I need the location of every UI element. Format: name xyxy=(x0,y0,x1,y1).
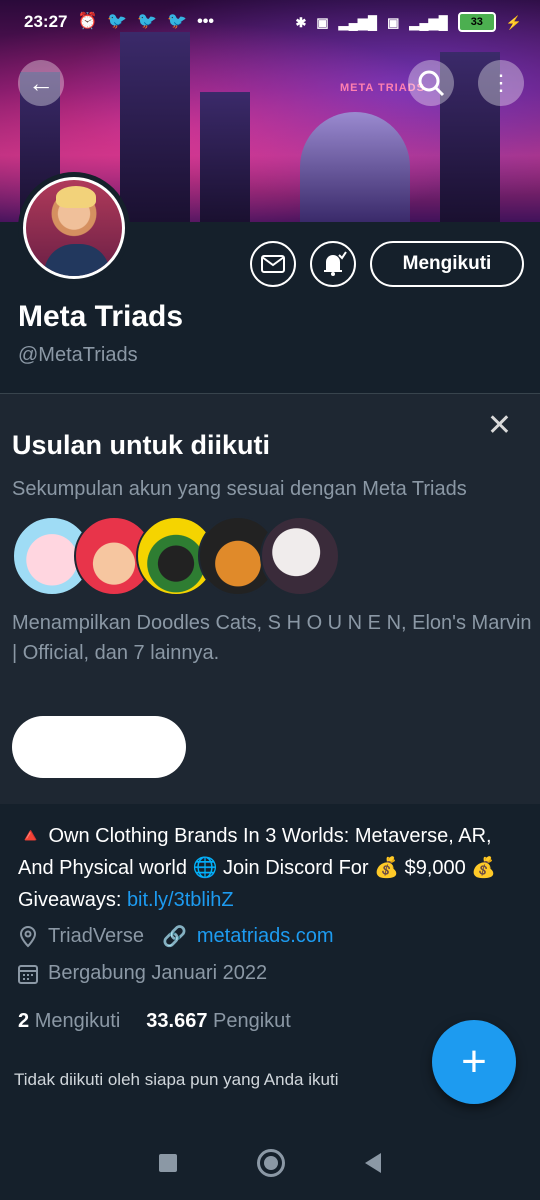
joined-text: Bergabung Januari 2022 xyxy=(48,962,268,984)
suggested-avatars[interactable] xyxy=(12,516,342,596)
banner-building xyxy=(120,32,190,222)
location-website-row: TriadVerse 🔗 metatriads.com xyxy=(18,924,334,949)
back-triangle-icon[interactable] xyxy=(365,1153,381,1173)
more-options-button[interactable]: ⋮ xyxy=(478,60,524,106)
signal-4g-icon: ▂▄▆█ xyxy=(338,14,378,30)
charging-icon: ⚡ xyxy=(505,14,522,30)
follow-suggestions-card: ✕ Usulan untuk diikuti Sekumpulan akun y… xyxy=(0,393,540,804)
not-followed-note: Tidak diikuti oleh siapa pun yang Anda i… xyxy=(14,1070,339,1089)
suggestions-description: Menampilkan Doodles Cats, S H O U N E N,… xyxy=(12,612,532,664)
close-icon[interactable]: ✕ xyxy=(487,408,512,443)
location-text: TriadVerse xyxy=(48,925,144,947)
suggestions-subtitle: Sekumpulan akun yang sesuai dengan Meta … xyxy=(12,478,467,500)
following-count[interactable]: 2 Mengikuti xyxy=(18,1010,120,1033)
bell-check-icon xyxy=(324,251,347,276)
twitter-icon: 🐦 xyxy=(167,13,188,30)
back-button[interactable]: ← xyxy=(18,60,64,106)
envelope-icon xyxy=(261,255,285,273)
banner-building xyxy=(200,92,250,222)
suggestions-title: Usulan untuk diikuti xyxy=(12,430,271,460)
link-icon: 🔗 xyxy=(161,926,187,948)
compose-tweet-button[interactable]: + xyxy=(432,1020,516,1104)
followers-count[interactable]: 33.667 Pengikut xyxy=(146,1010,291,1033)
recent-apps-icon[interactable] xyxy=(159,1154,177,1172)
volte-icon: ▣ xyxy=(316,14,329,30)
bluetooth-icon: ✱ xyxy=(295,14,307,30)
avatar-image xyxy=(23,177,125,279)
vertical-dots-icon: ⋮ xyxy=(490,70,512,95)
website-link[interactable]: metatriads.com xyxy=(197,925,334,948)
more-dots-icon: ••• xyxy=(197,13,214,30)
profile-bio: 🔺 Own Clothing Brands In 3 Worlds: Metav… xyxy=(18,820,528,916)
bio-text: 🔺 Own Clothing Brands In 3 Worlds: Metav… xyxy=(18,825,497,911)
volte-icon: ▣ xyxy=(387,14,400,30)
plus-icon: + xyxy=(461,1037,487,1086)
home-icon[interactable] xyxy=(257,1149,285,1177)
location-pin-icon xyxy=(19,925,37,947)
joined-row: Bergabung Januari 2022 xyxy=(18,962,267,985)
banner-dome xyxy=(300,112,410,222)
follow-counts: 2 Mengikuti 33.667 Pengikut xyxy=(18,1010,291,1033)
calendar-icon xyxy=(18,964,38,984)
system-navigation-bar xyxy=(0,1126,540,1200)
see-all-button[interactable]: Lihat semua xyxy=(12,716,186,778)
message-button[interactable] xyxy=(250,241,296,287)
search-button[interactable] xyxy=(408,60,454,106)
status-time: 23:27 xyxy=(24,12,68,31)
bio-link[interactable]: bit.ly/3tblihZ xyxy=(127,889,234,911)
profile-handle: @MetaTriads xyxy=(18,344,138,366)
following-button[interactable]: Mengikuti xyxy=(370,241,524,287)
search-icon xyxy=(418,70,445,97)
arrow-left-icon: ← xyxy=(28,68,54,98)
notifications-button[interactable] xyxy=(310,241,356,287)
status-bar: 23:27 ⏰ 🐦 🐦 🐦 ••• ✱ ▣ ▂▄▆█ ▣ ▂▄▆█ 33 ⚡ xyxy=(0,0,540,44)
alarm-icon: ⏰ xyxy=(77,13,98,30)
twitter-icon: 🐦 xyxy=(107,13,128,30)
profile-name: Meta Triads xyxy=(18,300,184,333)
avatar[interactable] xyxy=(18,172,130,284)
battery-indicator: 33 xyxy=(457,12,496,32)
twitter-icon: 🐦 xyxy=(137,13,158,30)
signal-icon: ▂▄▆█ xyxy=(409,14,448,30)
suggested-avatar xyxy=(260,516,340,596)
